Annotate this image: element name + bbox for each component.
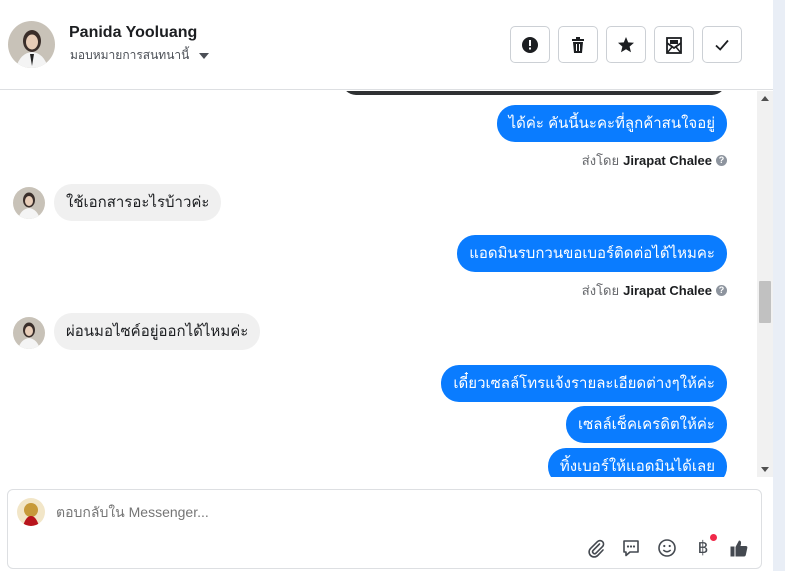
like-icon[interactable] [727, 536, 751, 560]
sent-by-prefix: ส่งโดย [581, 283, 620, 298]
star-icon [618, 36, 634, 52]
conversation-header: Panida Yooluang มอบหมายการสนทนานี้ [0, 0, 773, 90]
outgoing-message[interactable]: เดี๋ยวเซลล์โทรแจ้งรายละเอียดต่างๆให้ค่ะ [441, 365, 727, 402]
attachment-icon[interactable] [584, 536, 608, 560]
done-button[interactable] [702, 26, 742, 63]
scroll-down-arrow-icon[interactable] [761, 467, 769, 472]
notification-dot [710, 534, 717, 541]
delete-button[interactable] [558, 26, 598, 63]
help-icon[interactable]: ? [716, 285, 727, 296]
chat-scrollbar[interactable] [757, 91, 773, 477]
star-button[interactable] [606, 26, 646, 63]
contact-avatar-small[interactable] [13, 187, 45, 219]
incoming-message[interactable]: ผ่อนมอไซค์อยู่ออกได้ไหมค่ะ [54, 313, 261, 350]
mark-unread-button[interactable] [654, 26, 694, 63]
sender-name: Jirapat Chalee [623, 283, 712, 298]
check-icon [715, 39, 729, 51]
reply-input[interactable] [56, 504, 656, 520]
assign-conversation-dropdown[interactable]: มอบหมายการสนทนานี้ [70, 46, 210, 65]
baht-payment-icon[interactable]: ฿ [691, 534, 717, 560]
page-avatar [17, 498, 45, 526]
window-edge [773, 0, 785, 571]
scrollbar-thumb[interactable] [759, 281, 771, 323]
outgoing-message[interactable]: ทิ้งเบอร์ให้แอดมินได้เลย [547, 448, 727, 477]
message-list: ได้ค่ะ คันนี้นะคะที่ลูกค้าสนใจอยู่ ส่งโด… [0, 91, 757, 477]
contact-avatar-small[interactable] [13, 317, 45, 349]
message-bubble-partial [342, 91, 726, 95]
sent-by-prefix: ส่งโดย [581, 153, 620, 168]
assign-label: มอบหมายการสนทนานี้ [70, 48, 190, 62]
emoji-icon[interactable] [655, 536, 679, 560]
contact-avatar[interactable] [8, 21, 55, 68]
sent-by-label: ส่งโดย Jirapat Chalee ? [582, 280, 727, 301]
outgoing-message[interactable]: แอดมินรบกวนขอเบอร์ติดต่อได้ไหมคะ [457, 235, 727, 272]
incoming-message[interactable]: ใช้เอกสารอะไรบ้าวค่ะ [54, 184, 222, 221]
trash-icon [572, 36, 584, 53]
chevron-down-icon[interactable] [199, 52, 210, 59]
inbox-conversation-pane: Panida Yooluang มอบหมายการสนทนานี้ ได้ค่… [0, 0, 785, 571]
scroll-up-arrow-icon[interactable] [761, 96, 769, 101]
contact-name[interactable]: Panida Yooluang [69, 24, 197, 42]
spam-button[interactable] [510, 26, 550, 63]
mail-icon [666, 36, 682, 54]
help-icon[interactable]: ? [716, 155, 727, 166]
alert-icon [522, 36, 538, 53]
saved-replies-icon[interactable] [619, 536, 643, 560]
reply-composer: ฿ [7, 489, 762, 569]
outgoing-message[interactable]: เซลล์เช็คเครดิตให้ค่ะ [565, 406, 727, 443]
sender-name: Jirapat Chalee [623, 153, 712, 168]
outgoing-message[interactable]: ได้ค่ะ คันนี้นะคะที่ลูกค้าสนใจอยู่ [496, 105, 727, 142]
sent-by-label: ส่งโดย Jirapat Chalee ? [582, 150, 727, 171]
